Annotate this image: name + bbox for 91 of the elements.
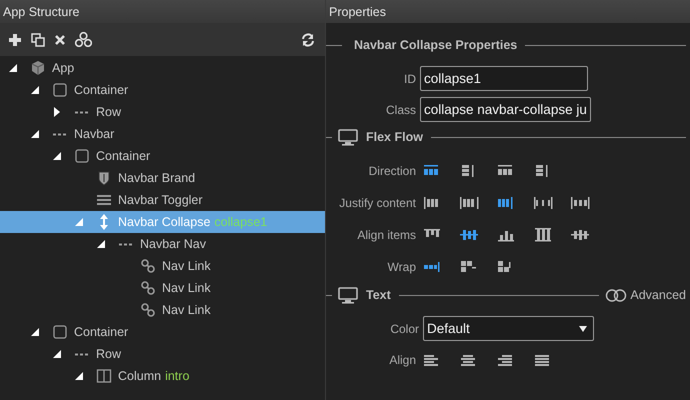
layout-option-button[interactable] [457, 194, 481, 212]
link-icon [140, 280, 156, 296]
dots-icon [53, 132, 67, 136]
input-field[interactable]: collapse1 [420, 66, 588, 91]
link-icon [140, 258, 156, 274]
tree-item[interactable]: Container [0, 145, 325, 167]
tree-item[interactable]: Container [0, 79, 325, 101]
property-label: Color [389, 322, 420, 336]
tree-item[interactable]: Row [0, 343, 325, 365]
tree-item-label: Column [118, 369, 162, 383]
square-icon [74, 148, 90, 164]
flex-layout-icon [460, 196, 478, 210]
link-icon [140, 302, 156, 318]
copy-button[interactable] [29, 30, 47, 48]
refresh-button[interactable] [299, 30, 317, 48]
tree-item[interactable]: Navbar [0, 123, 325, 145]
flex-layout-icon [496, 196, 516, 210]
tree-item[interactable]: Nav Link [0, 255, 325, 277]
expanded-icon[interactable] [8, 63, 18, 73]
section-title: Navbar Collapse Properties [354, 38, 518, 52]
tree-item[interactable]: Column intro [0, 365, 325, 387]
expanded-icon[interactable] [30, 327, 40, 337]
flex-layout-icon [422, 260, 442, 274]
tree-item-label: Nav Link [162, 259, 211, 273]
collapsed-icon[interactable] [52, 107, 62, 117]
tree-item-label: Navbar Brand [118, 171, 196, 185]
field-label: ID [403, 72, 417, 86]
tree-item-label: Nav Link [162, 303, 211, 317]
panel-title: App Structure [3, 4, 80, 18]
tree-item[interactable]: Navbar Toggler [0, 189, 325, 211]
shield-icon [96, 170, 112, 186]
advanced-toggle[interactable]: Advanced [605, 288, 686, 302]
monitor-icon [338, 286, 358, 304]
flex-layout-icon [534, 196, 552, 210]
expanded-icon[interactable] [52, 349, 62, 359]
expanded-icon[interactable] [30, 85, 40, 95]
cube-icon [30, 60, 46, 76]
tree-item-label: Navbar Nav [140, 237, 206, 251]
caret-icon [579, 326, 587, 332]
flex-layout-icon [570, 228, 590, 242]
square-icon [52, 324, 68, 340]
tree-item-label: Navbar Toggler [118, 193, 203, 207]
expanded-icon[interactable] [74, 371, 84, 381]
section-title: Flex Flow [366, 130, 423, 144]
tree-item[interactable]: App [0, 57, 325, 79]
expanded-icon[interactable] [30, 129, 40, 139]
expanded-icon[interactable] [96, 239, 106, 249]
field-label: Class [384, 102, 417, 116]
square-icon [52, 82, 68, 98]
monitor-icon [338, 128, 358, 146]
dots-icon [119, 242, 133, 246]
tree-item-label: Container [74, 325, 128, 339]
property-label: Direction [368, 164, 417, 178]
property-label: Justify content [338, 196, 417, 210]
dots-icon [75, 110, 89, 114]
tree-item-tag: intro [165, 369, 190, 383]
dots-icon [75, 352, 89, 356]
tree-item[interactable]: Navbar Brand [0, 167, 325, 189]
tree-item-label: Container [96, 149, 150, 163]
flex-layout-icon [534, 228, 552, 242]
layout-option-button[interactable] [531, 194, 555, 212]
columns-icon [96, 368, 112, 384]
toggle-icon [605, 288, 628, 302]
property-label: Wrap [386, 260, 417, 274]
tree-item-label: Nav Link [162, 281, 211, 295]
flex-layout-icon [460, 228, 478, 242]
tree-item-tag: collapse1 [214, 215, 268, 229]
tree-item-label: Navbar Collapse [118, 215, 210, 229]
cubes-button[interactable] [73, 30, 94, 49]
input-field[interactable]: collapse navbar-collapse ju [420, 97, 591, 122]
flex-layout-icon [460, 260, 478, 274]
tree-item-label: Navbar [74, 127, 114, 141]
tree-item-label: Container [74, 83, 128, 97]
tree-item-label: Row [96, 105, 122, 119]
property-label: Align items [356, 228, 417, 242]
lines-icon [96, 192, 112, 208]
color-select[interactable]: Default [423, 316, 594, 341]
section-title: Text [366, 288, 391, 302]
property-label: Align [388, 353, 417, 367]
panel-title: Properties [329, 4, 386, 18]
tree-item[interactable]: Nav Link [0, 299, 325, 321]
layout-option-button[interactable] [568, 194, 592, 212]
expanded-icon[interactable] [52, 151, 62, 161]
tree-item-label: App [52, 61, 74, 75]
flex-layout-icon [570, 196, 590, 210]
tree-item[interactable]: Nav Link [0, 277, 325, 299]
tree-item[interactable]: Container [0, 321, 325, 343]
tree-item[interactable]: Navbar Nav [0, 233, 325, 255]
tree-item[interactable]: Row [0, 101, 325, 123]
tree-item-label: Row [96, 347, 122, 361]
flex-layout-icon [496, 228, 516, 242]
